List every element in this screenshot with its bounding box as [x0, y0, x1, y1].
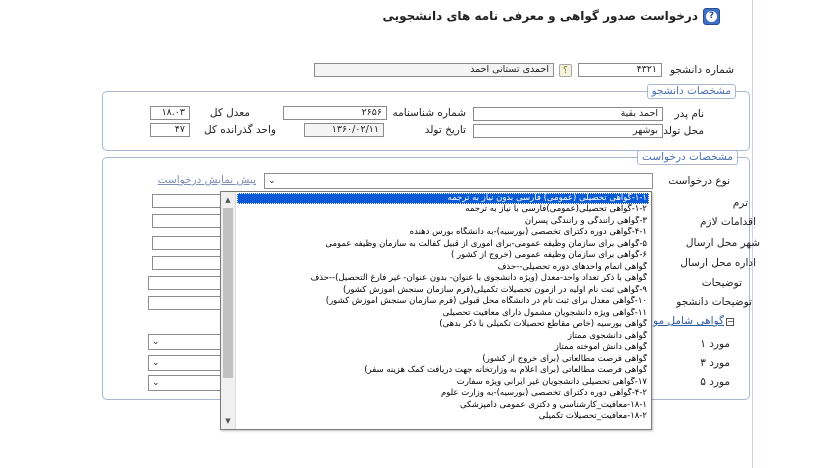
- student-info-fieldset: [102, 91, 750, 151]
- city-input[interactable]: [152, 236, 222, 250]
- dropdown-option[interactable]: ۹-گواهی ثبت نام اولیه در آزمون تحصیلات ت…: [239, 285, 647, 296]
- item-select-3[interactable]: ⌄: [148, 375, 222, 391]
- dropdown-option[interactable]: گواهی فرصت مطالعاتی (برای اعلام به وزارت…: [239, 365, 647, 376]
- notes-label: توضیحات: [701, 277, 742, 289]
- collapse-icon[interactable]: −: [726, 318, 734, 326]
- send-office-label: اداره محل ارسال: [680, 257, 756, 269]
- scrollbar-thumb[interactable]: [223, 208, 233, 378]
- dropdown-option[interactable]: ۴-۱-گواهی دوره دکترای تخصصی (بورسیه)-به …: [239, 227, 647, 238]
- request-type-select[interactable]: ⌄: [264, 173, 653, 189]
- item5-label: مورد ۵: [700, 376, 730, 388]
- dropdown-option[interactable]: ۱-۱-گواهی تحصیلی (عمومی) فارسی بدون نیاز…: [237, 193, 649, 204]
- chevron-down-icon: ⌄: [152, 337, 160, 347]
- lookup-button[interactable]: ؟: [559, 64, 572, 77]
- student-notes-input[interactable]: [148, 296, 222, 310]
- student-name-field: احمدی تستانی احمد: [314, 63, 554, 77]
- student-notes-label: توضیحات دانشجو: [676, 296, 752, 308]
- father-name-label: نام پدر: [674, 108, 704, 120]
- birthplace-field: بوشهر: [473, 124, 663, 138]
- request-type-dropdown-list[interactable]: ▲ ▼ ۱-۱-گواهی تحصیلی (عمومی) فارسی بدون …: [220, 191, 652, 430]
- preview-request-link[interactable]: پیش نمایش درخواست: [158, 174, 256, 186]
- dropdown-option[interactable]: گواهی اتمام واحدهای دوره تحصیلی--حذف: [239, 262, 647, 273]
- student-number-input[interactable]: ۴۳۲۱: [578, 63, 662, 77]
- id-number-field: ۲۶۵۶: [283, 106, 387, 120]
- page-right-border: [752, 0, 753, 468]
- dropdown-option[interactable]: ۶-گواهی برای سازمان وظیفه عمومی (خروج از…: [239, 250, 647, 261]
- dropdown-option[interactable]: ۱۷-گواهی تحصیلی دانشجویان غیر ایرانی ویژ…: [239, 377, 647, 388]
- dropdown-option[interactable]: ۱۰-گواهی معدل برای ثبت نام در دانشگاه مح…: [239, 296, 647, 307]
- passed-units-label: واحد گذرانده کل: [203, 124, 276, 136]
- dropdown-option[interactable]: گواهی فرصت مطالعاتی (برای خروج از کشور): [239, 354, 647, 365]
- dropdown-option[interactable]: گواهی با ذکر تعداد واحد-معدل (ویژه دانشج…: [239, 273, 647, 284]
- chevron-down-icon: ⌄: [268, 176, 276, 186]
- birthdate-label: تاریخ تولد: [424, 124, 466, 136]
- student-number-label: شماره دانشجو: [669, 64, 734, 76]
- dropdown-option[interactable]: ۴-۲-گواهی دوره دکترای تخصصی (بورسیه)-به …: [239, 388, 647, 399]
- dropdown-option[interactable]: ۱۸-۱-معافیت_کارشناسی و دکتری عمومی دامپز…: [239, 400, 647, 411]
- chevron-down-icon: ⌄: [152, 378, 160, 388]
- item-select-2[interactable]: ⌄: [148, 355, 222, 371]
- term-label: ترم: [732, 197, 748, 209]
- required-actions-label: اقدامات لازم: [700, 216, 756, 228]
- item1-label: مورد ۱: [700, 338, 730, 350]
- item-select-1[interactable]: ⌄: [148, 334, 222, 350]
- item3-label: مورد ۳: [700, 357, 730, 369]
- dropdown-scrollbar[interactable]: ▲ ▼: [221, 192, 236, 429]
- id-number-label: شماره شناسنامه: [392, 107, 466, 119]
- dropdown-option[interactable]: گواهی بورسیه (خاص مقاطع تحصیلات تکمیلی ب…: [239, 319, 647, 330]
- birthdate-field: ۱۳۶۰/۰۲/۱۱: [304, 123, 384, 137]
- dropdown-option[interactable]: گواهی دانش آموخته ممتاز: [239, 342, 647, 353]
- father-name-field: احمد بقیة: [473, 107, 663, 121]
- term-input[interactable]: [152, 194, 222, 208]
- gpa-label: معدل کل: [209, 107, 250, 119]
- student-info-legend: مشخصات دانشجو: [646, 84, 736, 99]
- dropdown-option[interactable]: گواهی دانشجوی ممتاز: [239, 331, 647, 342]
- certificate-includes-link[interactable]: گواهی شامل مو: [653, 315, 724, 327]
- gpa-field: ۱۸.۰۳: [150, 106, 190, 120]
- request-type-label: نوع درخواست: [668, 175, 730, 187]
- request-info-legend: مشخصات درخواست: [637, 150, 738, 165]
- help-icon[interactable]: ?: [703, 8, 720, 25]
- dropdown-option[interactable]: ۱۸-۲-معافیت_تحصیلات تکمیلی: [239, 411, 647, 422]
- send-city-label: شهر محل ارسال: [685, 237, 760, 249]
- dropdown-option[interactable]: ۳-گواهی رانندگی و رانندگی پسران: [239, 216, 647, 227]
- notes-input[interactable]: [148, 276, 222, 290]
- actions-input[interactable]: [152, 214, 222, 228]
- birthplace-label: محل تولد: [663, 125, 704, 137]
- dropdown-option[interactable]: ۵-گواهی برای سازمان وظیفه عمومی-برای امو…: [239, 239, 647, 250]
- page-title: درخواست صدور گواهی و معرفی نامه های دانش…: [382, 9, 698, 23]
- office-input[interactable]: [152, 256, 222, 270]
- question-icon: ؟: [563, 66, 568, 76]
- scroll-up-icon[interactable]: ▲: [221, 193, 235, 207]
- passed-units-field: ۴۷: [150, 123, 190, 137]
- dropdown-option[interactable]: ۱۱-گواهی ویژه دانشجویان مشمول دارای معاف…: [239, 308, 647, 319]
- scroll-down-icon[interactable]: ▼: [221, 414, 235, 428]
- chevron-down-icon: ⌄: [152, 358, 160, 368]
- dropdown-option[interactable]: ۱-۲-گواهی تحصیلی(عمومی)فارسی با نیاز به …: [239, 204, 647, 215]
